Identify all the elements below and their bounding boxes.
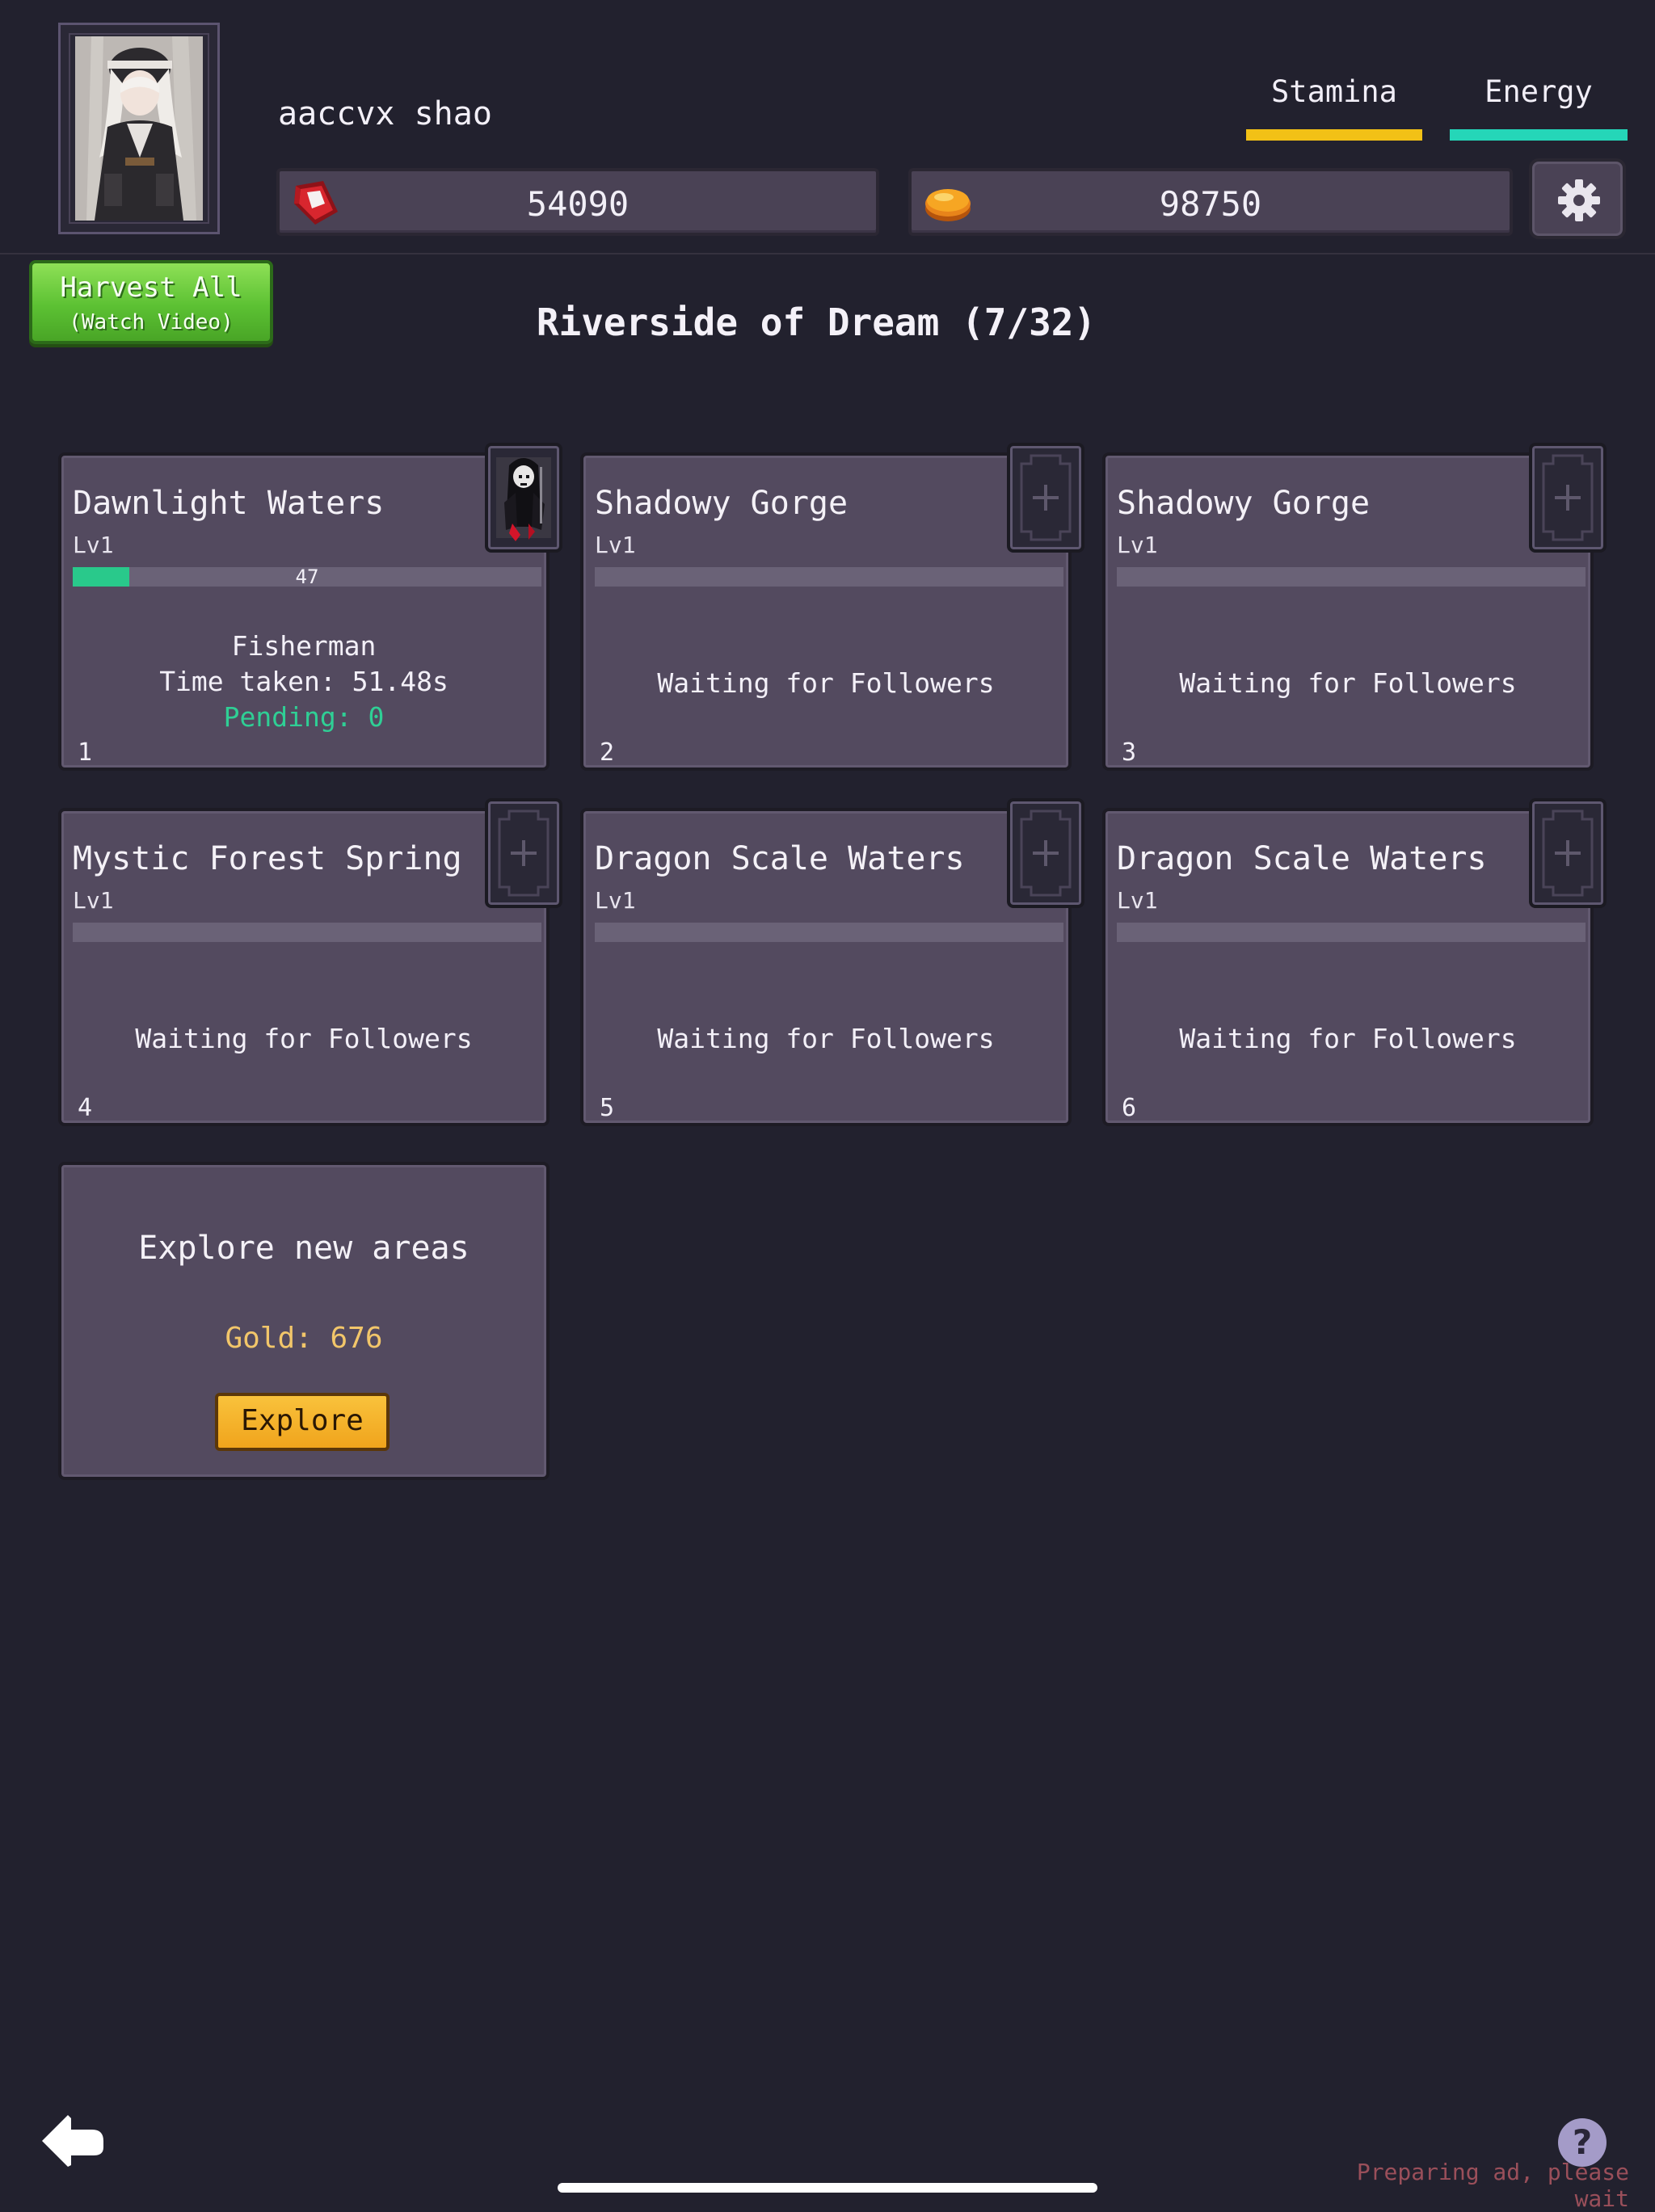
spot-level: Lv1 (595, 532, 636, 558)
gem-amount: 54090 (526, 184, 630, 224)
coin-balance[interactable]: 98750 (908, 168, 1513, 236)
energy-tab[interactable]: Energy (1450, 74, 1628, 109)
energy-bar (1450, 129, 1628, 141)
add-follower-slot[interactable] (485, 798, 562, 908)
fishing-spot-card[interactable]: Shadowy Gorge Lv1 Waiting for Followers … (580, 443, 1084, 771)
follower-slot[interactable] (485, 443, 562, 553)
plus-icon (498, 810, 550, 897)
plus-icon (1020, 454, 1072, 541)
stamina-tab[interactable]: Stamina (1246, 74, 1422, 109)
settings-button[interactable] (1529, 158, 1626, 239)
spot-status: Waiting for Followers (657, 1023, 995, 1054)
stamina-bar (1246, 129, 1422, 141)
spot-name: Dawnlight Waters (73, 485, 385, 522)
avatar-portrait-icon (75, 36, 203, 221)
spot-index: 4 (78, 1094, 93, 1122)
progress-bar (73, 923, 541, 942)
spot-level: Lv1 (1117, 532, 1158, 558)
gear-icon (1558, 179, 1600, 221)
spot-name: Shadowy Gorge (1117, 485, 1371, 522)
fishing-spot-card[interactable]: Mystic Forest Spring Lv1 Waiting for Fol… (58, 798, 562, 1126)
progress-bar (1117, 923, 1586, 942)
spot-status: Waiting for Followers (1179, 1023, 1517, 1054)
spot-index: 5 (600, 1094, 615, 1122)
spot-name: Dragon Scale Waters (595, 840, 965, 877)
home-indicator[interactable] (558, 2183, 1097, 2193)
spot-index: 6 (1122, 1094, 1137, 1122)
explore-title: Explore new areas (138, 1230, 470, 1267)
progress-bar (595, 923, 1063, 942)
plus-icon (1542, 810, 1594, 897)
fishing-spot-card[interactable]: Dragon Scale Waters Lv1 Waiting for Foll… (1102, 798, 1607, 1126)
spot-name: Shadowy Gorge (595, 485, 849, 522)
back-arrow-icon (42, 2115, 103, 2167)
coin-amount: 98750 (1159, 184, 1262, 224)
add-follower-slot[interactable] (1007, 443, 1084, 553)
spot-level: Lv1 (595, 887, 636, 914)
pending-count: Pending: 0 (223, 701, 385, 733)
progress-bar (595, 567, 1063, 587)
fishing-spot-card[interactable]: Shadowy Gorge Lv1 Waiting for Followers … (1102, 443, 1607, 771)
spot-status: Waiting for Followers (135, 1023, 473, 1054)
spot-name: Dragon Scale Waters (1117, 840, 1487, 877)
spot-status: Waiting for Followers (1179, 667, 1517, 699)
progress-bar (1117, 567, 1586, 587)
follower-name: Fisherman (231, 630, 377, 662)
harvest-label: Harvest All (60, 271, 242, 304)
spot-index: 3 (1122, 738, 1137, 767)
spot-name: Mystic Forest Spring (73, 840, 462, 877)
add-follower-slot[interactable] (1529, 443, 1607, 553)
plus-icon (1020, 810, 1072, 897)
player-avatar[interactable] (75, 36, 203, 221)
area-title: Riverside of Dream (7/32) (536, 301, 1097, 344)
add-follower-slot[interactable] (1007, 798, 1084, 908)
spot-index: 2 (600, 738, 615, 767)
explore-button[interactable]: Explore (215, 1393, 390, 1451)
plus-icon (1542, 454, 1594, 541)
explore-card: Explore new areas Gold: 676 Explore (58, 1162, 550, 1480)
spot-level: Lv1 (73, 532, 114, 558)
ad-status-text: Preparing ad, please wait (1356, 2159, 1629, 2212)
spot-index: 1 (78, 738, 93, 767)
spot-level: Lv1 (73, 887, 114, 914)
time-taken: Time taken: 51.48s (159, 666, 448, 697)
explore-cost: Gold: 676 (225, 1322, 383, 1355)
spot-status: Waiting for Followers (657, 667, 995, 699)
back-button[interactable] (39, 2109, 107, 2173)
fishing-spot-card[interactable]: Dragon Scale Waters Lv1 Waiting for Foll… (580, 798, 1084, 1126)
player-avatar-frame[interactable] (58, 23, 220, 234)
gem-balance[interactable]: 54090 (276, 168, 879, 236)
player-name: aaccvx shao (278, 95, 492, 132)
progress-value: 47 (295, 566, 319, 588)
spot-level: Lv1 (1117, 887, 1158, 914)
top-header: aaccvx shao Stamina Energy 54090 98750 (0, 0, 1655, 254)
reaper-follower-icon (496, 457, 551, 541)
add-follower-slot[interactable] (1529, 798, 1607, 908)
progress-bar: 47 (73, 566, 541, 588)
fishing-spot-card[interactable]: Dawnlight Waters Lv1 47 Fisherman Time t… (58, 443, 562, 771)
